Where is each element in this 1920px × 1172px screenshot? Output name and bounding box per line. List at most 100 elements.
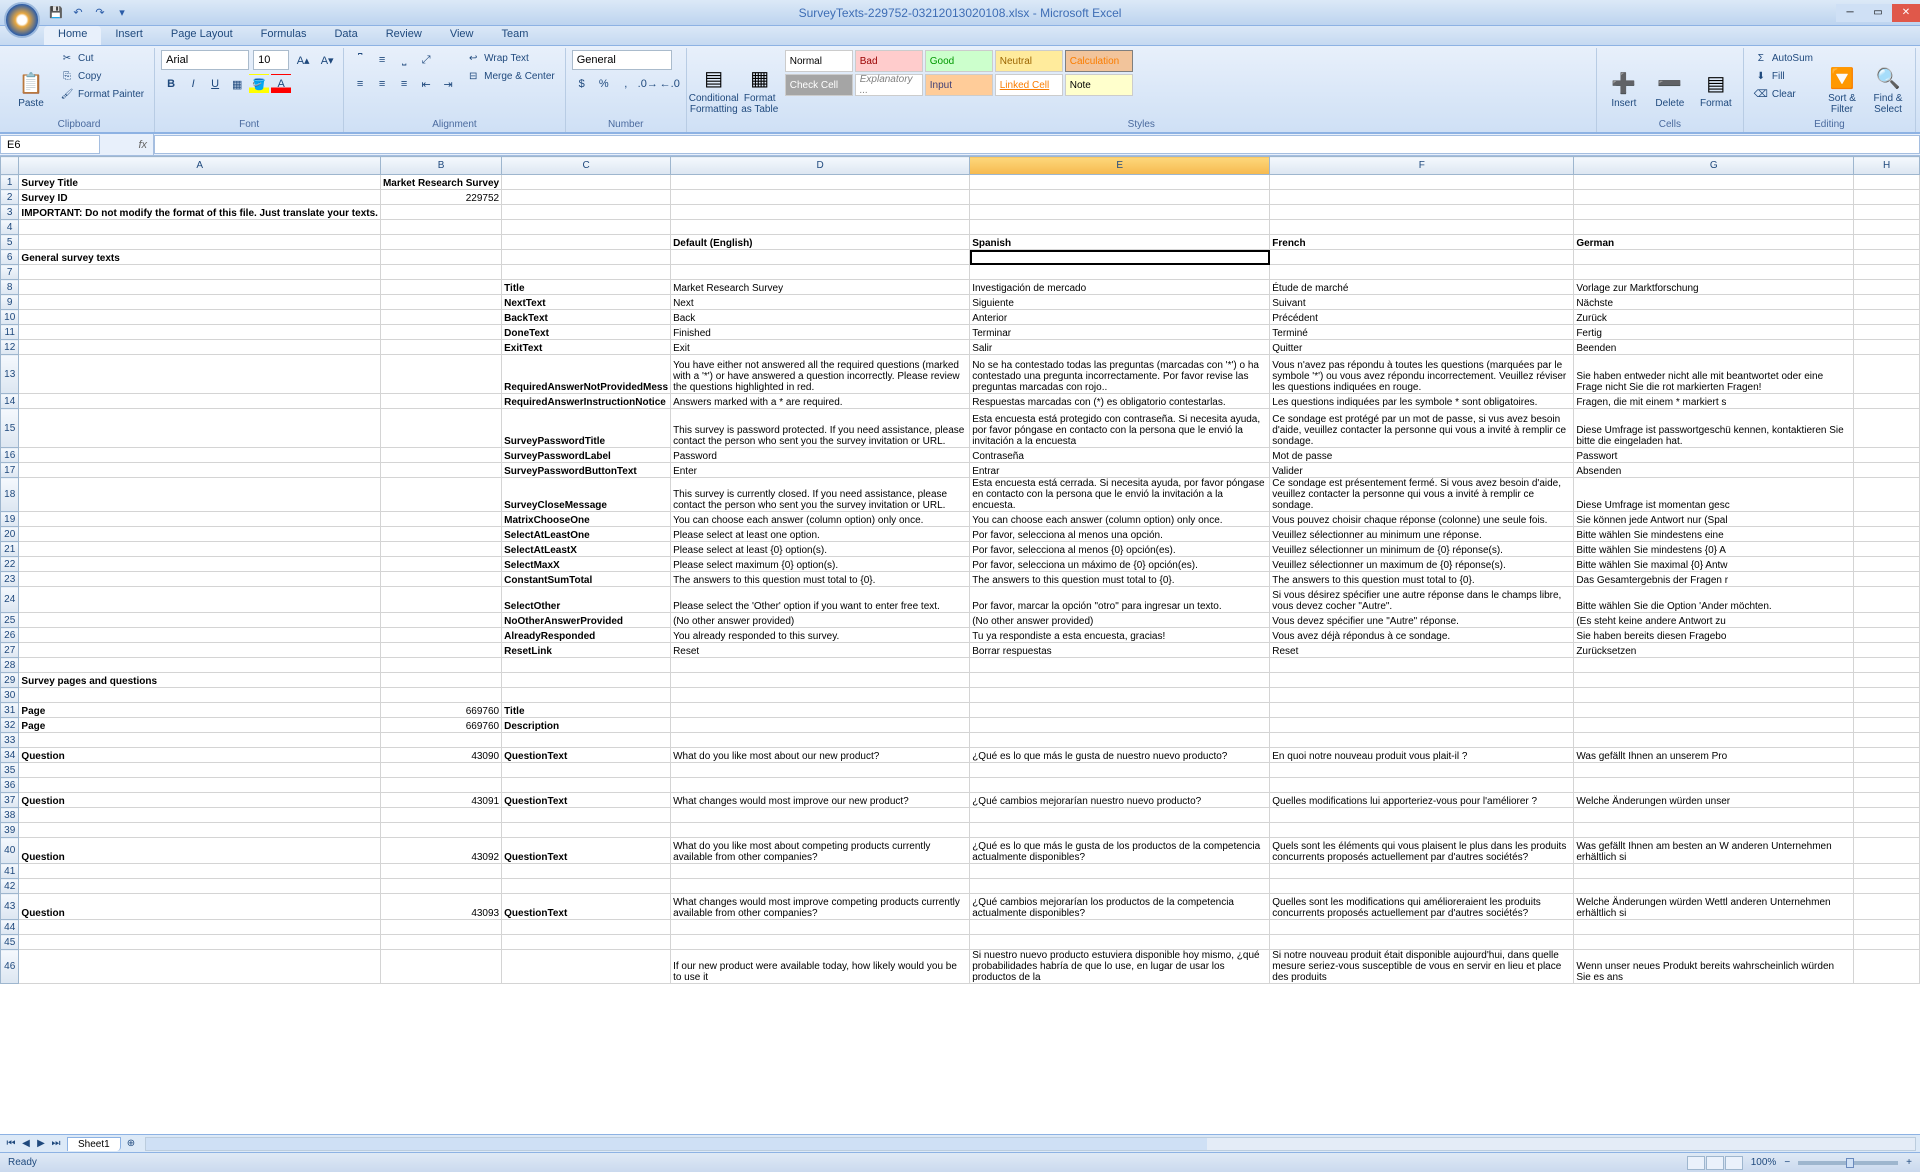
cell[interactable] [970, 733, 1270, 748]
cell[interactable] [380, 808, 501, 823]
cell[interactable]: Title [502, 703, 671, 718]
cell[interactable] [671, 190, 970, 205]
cell[interactable]: 43093 [380, 894, 501, 920]
cell[interactable] [380, 572, 501, 587]
cell[interactable] [502, 235, 671, 250]
cell[interactable] [671, 688, 970, 703]
cell[interactable] [671, 250, 970, 265]
row-header[interactable]: 45 [1, 935, 19, 950]
row-header[interactable]: 46 [1, 950, 19, 984]
cell[interactable]: You already responded to this survey. [671, 628, 970, 643]
cell[interactable]: ¿Qué cambios mejorarían los productos de… [970, 894, 1270, 920]
cell[interactable] [671, 879, 970, 894]
cell[interactable]: BackText [502, 310, 671, 325]
cell[interactable]: Borrar respuestas [970, 643, 1270, 658]
row-header[interactable]: 37 [1, 793, 19, 808]
copy-button[interactable]: ⎘Copy [56, 68, 148, 84]
cell[interactable] [19, 527, 381, 542]
cell[interactable] [1574, 823, 1854, 838]
cell[interactable] [1854, 808, 1920, 823]
cell[interactable]: Anterior [970, 310, 1270, 325]
row-header[interactable]: 7 [1, 265, 19, 280]
cell[interactable]: NoOtherAnswerProvided [502, 613, 671, 628]
cell[interactable]: Reset [1270, 643, 1574, 658]
cell[interactable] [19, 572, 381, 587]
align-bottom-icon[interactable]: ⎵ [394, 50, 414, 70]
cell[interactable] [970, 190, 1270, 205]
cell[interactable] [1854, 778, 1920, 793]
cell[interactable] [1574, 808, 1854, 823]
cell[interactable]: Question [19, 748, 381, 763]
cell[interactable] [19, 733, 381, 748]
cell[interactable] [671, 220, 970, 235]
cell[interactable]: Veuillez sélectionner un maximum de {0} … [1270, 557, 1574, 572]
zoom-out-icon[interactable]: − [1784, 1157, 1790, 1168]
cell[interactable] [1270, 879, 1574, 894]
row-header[interactable]: 14 [1, 394, 19, 409]
cell[interactable]: Si vous désirez spécifier une autre répo… [1270, 587, 1574, 613]
cell[interactable] [502, 250, 671, 265]
find-select-button[interactable]: 🔍Find & Select [1867, 50, 1909, 130]
cell[interactable]: Suivant [1270, 295, 1574, 310]
cell[interactable]: Das Gesamtergebnis der Fragen r [1574, 572, 1854, 587]
cell[interactable]: Sie haben bereits diesen Fragebo [1574, 628, 1854, 643]
cell[interactable] [502, 673, 671, 688]
cell[interactable] [1574, 778, 1854, 793]
cell[interactable] [1854, 920, 1920, 935]
cell[interactable] [1854, 340, 1920, 355]
cell[interactable] [1270, 688, 1574, 703]
align-left-icon[interactable]: ≡ [350, 74, 370, 94]
cell[interactable]: Please select the 'Other' option if you … [671, 587, 970, 613]
row-header[interactable]: 23 [1, 572, 19, 587]
cell[interactable] [1270, 778, 1574, 793]
fill-color-button[interactable]: 🪣 [249, 74, 269, 94]
cell[interactable]: 669760 [380, 703, 501, 718]
cell[interactable] [970, 175, 1270, 190]
cell[interactable] [19, 763, 381, 778]
cell[interactable] [1854, 628, 1920, 643]
cell[interactable]: ConstantSumTotal [502, 572, 671, 587]
cell[interactable] [671, 808, 970, 823]
cell[interactable] [502, 733, 671, 748]
row-header[interactable]: 20 [1, 527, 19, 542]
cell[interactable] [19, 394, 381, 409]
cell[interactable]: Was gefällt Ihnen am besten an W anderen… [1574, 838, 1854, 864]
cell[interactable]: Market Research Survey [380, 175, 501, 190]
cell[interactable]: Sie können jede Antwort nur (Spal [1574, 512, 1854, 527]
cell[interactable] [1854, 643, 1920, 658]
sort-filter-button[interactable]: 🔽Sort & Filter [1821, 50, 1863, 130]
cell[interactable]: Question [19, 793, 381, 808]
cell[interactable] [380, 340, 501, 355]
cell[interactable] [1854, 894, 1920, 920]
cell[interactable] [1854, 763, 1920, 778]
cell[interactable] [1854, 512, 1920, 527]
cell[interactable] [970, 808, 1270, 823]
cell[interactable]: Terminé [1270, 325, 1574, 340]
cell[interactable] [1574, 658, 1854, 673]
cell[interactable] [1854, 879, 1920, 894]
clear-button[interactable]: ⌫Clear [1750, 86, 1817, 102]
cell[interactable]: Enter [671, 463, 970, 478]
cell[interactable]: DoneText [502, 325, 671, 340]
cell[interactable]: SelectOther [502, 587, 671, 613]
cell[interactable] [380, 920, 501, 935]
cell[interactable] [671, 823, 970, 838]
increase-indent-icon[interactable]: ⇥ [438, 74, 458, 94]
orientation-icon[interactable]: ⤢ [416, 50, 436, 70]
cell[interactable] [1574, 733, 1854, 748]
cell[interactable]: Por favor, selecciona un máximo de {0} o… [970, 557, 1270, 572]
underline-button[interactable]: U [205, 74, 225, 94]
cell[interactable]: Password [671, 448, 970, 463]
cell[interactable] [1574, 718, 1854, 733]
row-header[interactable]: 31 [1, 703, 19, 718]
row-header[interactable]: 15 [1, 409, 19, 448]
cell[interactable] [970, 920, 1270, 935]
number-format-select[interactable] [572, 50, 672, 70]
tab-insert[interactable]: Insert [101, 26, 157, 45]
style-bad[interactable]: Bad [855, 50, 923, 72]
cell[interactable] [380, 512, 501, 527]
row-header[interactable]: 8 [1, 280, 19, 295]
row-header[interactable]: 38 [1, 808, 19, 823]
grow-font-icon[interactable]: A▴ [293, 50, 313, 70]
tab-formulas[interactable]: Formulas [247, 26, 321, 45]
